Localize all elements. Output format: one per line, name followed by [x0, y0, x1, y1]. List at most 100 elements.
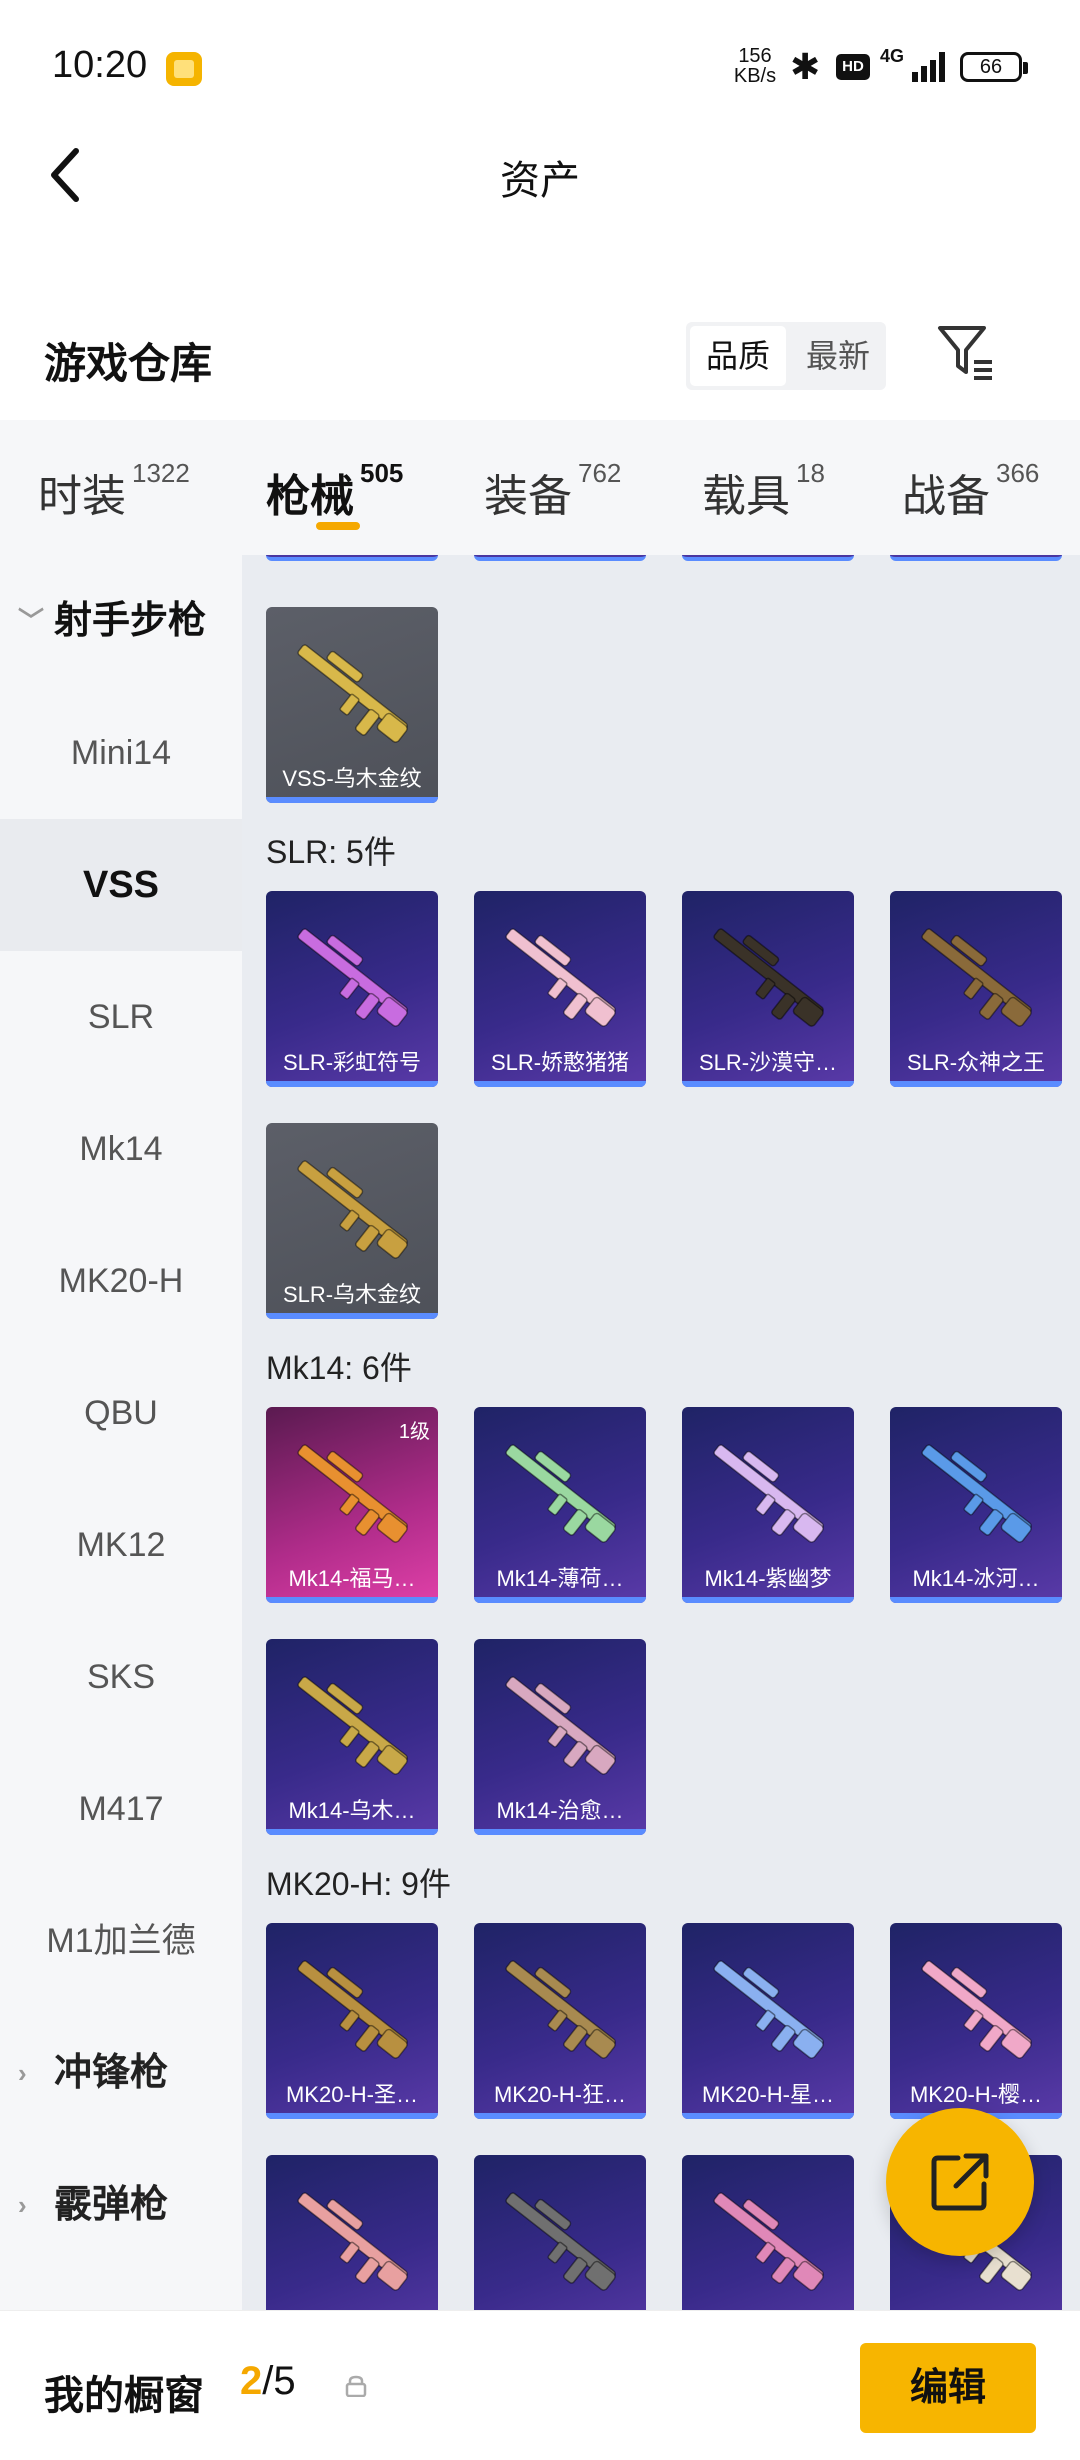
page-title: 资产	[500, 159, 580, 203]
rifle-icon	[297, 1960, 408, 2059]
tab-vehicles[interactable]: 载具 18	[702, 458, 825, 524]
sidebar-item-sks[interactable]: SKS	[0, 1611, 242, 1743]
rifle-icon	[921, 928, 1032, 1027]
group-title-slr: SLR: 5件	[266, 834, 396, 870]
filter-icon	[938, 326, 992, 380]
level-badge: 1级	[398, 1421, 430, 1443]
showcase-title: 我的橱窗	[44, 2374, 204, 2418]
status-bar: 10:20 156 KB/s ✱ HD 4G 66	[0, 0, 1080, 130]
status-time: 10:20	[52, 44, 148, 86]
skin-name: MK20-H-樱…	[909, 2082, 1042, 2107]
rifle-icon	[921, 1960, 1032, 2059]
group-title-mk14: Mk14: 6件	[266, 1350, 412, 1386]
rifle-icon	[713, 2192, 824, 2291]
skin-card[interactable]: SLR-众神之王	[890, 891, 1062, 1087]
chevron-right-icon: ›	[18, 2190, 27, 2220]
tab-equipment[interactable]: 装备 762	[484, 458, 621, 524]
sort-quality-option[interactable]: 品质	[690, 326, 786, 386]
tab-weapons[interactable]: 枪械 505	[266, 458, 403, 524]
skin-card[interactable]: VSS-乌木金纹	[266, 607, 438, 803]
partial-card	[474, 555, 646, 561]
skin-card[interactable]: Mk14-乌木…	[266, 1639, 438, 1835]
skin-name: SLR-彩虹符号	[282, 1050, 422, 1075]
skin-card[interactable]: SLR-娇憨猪猪	[474, 891, 646, 1087]
battery-icon: 66	[960, 52, 1028, 82]
sidebar-item-slr[interactable]: SLR	[0, 951, 242, 1083]
sidebar-item-m1garand[interactable]: M1加兰德	[0, 1875, 242, 2007]
rifle-icon	[505, 1444, 616, 1543]
skin-card[interactable]	[266, 2155, 438, 2310]
skin-card[interactable]	[682, 2155, 854, 2310]
skin-card[interactable]: Mk14-冰河…	[890, 1407, 1062, 1603]
sort-toggle: 品质 最新	[686, 322, 886, 390]
sidebar-item-m417[interactable]: M417	[0, 1743, 242, 1875]
skin-name: SLR-沙漠守…	[698, 1050, 838, 1075]
skin-card[interactable]: Mk14-薄荷…	[474, 1407, 646, 1603]
rifle-icon	[713, 1444, 824, 1543]
weapon-category-sidebar: ﹀ 射手步枪 Mini14 VSS SLR Mk14 MK20-H QBU MK1…	[0, 555, 242, 2310]
sidebar-group-marksman[interactable]: ﹀ 射手步枪	[0, 555, 242, 687]
rifle-icon	[297, 1160, 408, 1259]
skin-card[interactable]: MK20-H-狂…	[474, 1923, 646, 2119]
chevron-right-icon: ›	[18, 2058, 27, 2088]
bluetooth-icon: ✱	[790, 46, 821, 87]
showcase-count: 2/5	[240, 2359, 296, 2403]
sidebar-group-smg[interactable]: › 冲锋枪	[0, 2007, 242, 2139]
skin-card[interactable]: MK20-H-星…	[682, 1923, 854, 2119]
skin-card[interactable]: 1级 Mk14-福马…	[266, 1407, 438, 1603]
skin-name: Mk14-乌木…	[288, 1798, 416, 1823]
edit-button[interactable]: 编辑	[860, 2343, 1036, 2433]
rifle-icon	[297, 644, 408, 743]
skin-card[interactable]: SLR-沙漠守…	[682, 891, 854, 1087]
skin-name: VSS-乌木金纹	[282, 766, 422, 791]
hd-badge: HD	[836, 54, 870, 80]
network-type: 4G	[880, 46, 905, 66]
group-title-mk20h: MK20-H: 9件	[266, 1866, 451, 1902]
skin-name: Mk14-治愈…	[496, 1798, 624, 1823]
skin-card[interactable]: MK20-H-樱…	[890, 1923, 1062, 2119]
rifle-icon	[505, 1960, 616, 2059]
filter-button[interactable]	[934, 320, 998, 384]
sidebar-group-shotgun[interactable]: › 霰弹枪	[0, 2139, 242, 2271]
skin-card[interactable]: Mk14-紫幽梦	[682, 1407, 854, 1603]
tab-fashion[interactable]: 时装 1322	[38, 458, 190, 524]
share-icon	[931, 2153, 989, 2211]
skin-grid: VSS-乌木金纹 SLR: 5件 SLR-彩虹符号 SLR-娇憨猪猪 SLR-沙…	[242, 555, 1080, 2310]
rifle-icon	[505, 2192, 616, 2291]
skin-card[interactable]: MK20-H-圣…	[266, 1923, 438, 2119]
sidebar-item-mini14[interactable]: Mini14	[0, 687, 242, 819]
chevron-down-icon: ﹀	[18, 606, 45, 636]
skin-name: MK20-H-圣…	[285, 2082, 418, 2107]
sidebar-item-mk12[interactable]: MK12	[0, 1479, 242, 1611]
rifle-icon	[297, 1676, 408, 1775]
rifle-icon	[505, 1676, 616, 1775]
rifle-icon	[505, 928, 616, 1027]
skin-card[interactable]: SLR-乌木金纹	[266, 1123, 438, 1319]
skin-name: MK20-H-狂…	[493, 2082, 626, 2107]
skin-name: SLR-乌木金纹	[282, 1282, 422, 1307]
skin-card[interactable]: SLR-彩虹符号	[266, 891, 438, 1087]
tab-supplies[interactable]: 战备 366	[902, 458, 1039, 524]
sidebar-item-qbu[interactable]: QBU	[0, 1347, 242, 1479]
sidebar-item-mk14[interactable]: Mk14	[0, 1083, 242, 1215]
active-tab-indicator	[316, 522, 360, 530]
rifle-icon	[713, 928, 824, 1027]
partial-card	[890, 555, 1062, 561]
skin-card[interactable]	[474, 2155, 646, 2310]
sidebar-item-vss[interactable]: VSS	[0, 819, 242, 951]
skin-name: Mk14-冰河…	[912, 1566, 1040, 1591]
skin-name: SLR-娇憨猪猪	[490, 1050, 630, 1075]
skin-name: MK20-H-星…	[701, 2082, 834, 2107]
warehouse-title: 游戏仓库	[44, 340, 213, 387]
app-notification-icon	[166, 52, 202, 86]
rifle-icon	[297, 928, 408, 1027]
rifle-icon	[297, 2192, 408, 2291]
sidebar-item-mk20h[interactable]: MK20-H	[0, 1215, 242, 1347]
partial-card	[682, 555, 854, 561]
skin-card[interactable]: Mk14-治愈…	[474, 1639, 646, 1835]
share-button[interactable]	[886, 2108, 1034, 2256]
showcase-bar: 我的橱窗 2/5 编辑	[0, 2310, 1080, 2460]
sort-newest-option[interactable]: 最新	[790, 322, 886, 390]
lock-icon	[345, 2375, 367, 2397]
skin-name: Mk14-薄荷…	[496, 1566, 624, 1591]
